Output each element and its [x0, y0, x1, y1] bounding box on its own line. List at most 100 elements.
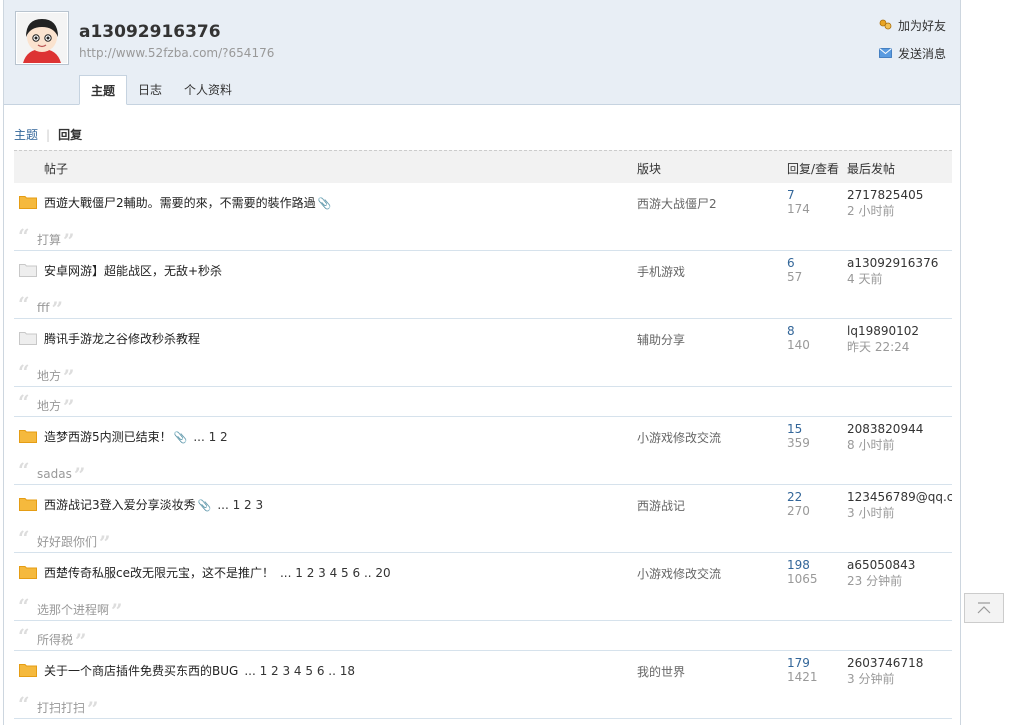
table-row: 腾讯手游龙之谷修改秒杀教程 辅助分享 8 140 lq19890102 昨天 22:24	[14, 319, 952, 357]
thread-title[interactable]: 西楚传奇私服ce改无限元宝，这不是推广！ ... 1 2 3 4 5 6 .. 2…	[44, 564, 391, 581]
quote-close-icon: ”	[63, 229, 75, 253]
forum-link[interactable]: 西游大战僵尸2	[637, 195, 717, 212]
quote-text-value: 选那个进程啊	[37, 603, 110, 617]
thread-title[interactable]: 腾讯手游龙之谷修改秒杀教程	[44, 330, 200, 347]
quote-open-icon: “	[18, 292, 30, 316]
last-post-time[interactable]: 3 小时前	[847, 504, 894, 521]
view-count: 270	[787, 504, 810, 518]
last-post-time[interactable]: 2 小时前	[847, 202, 894, 219]
last-poster[interactable]: 2083820944	[847, 422, 952, 436]
view-count: 1421	[787, 670, 818, 684]
quote-open-icon: “	[18, 458, 30, 482]
thread-title[interactable]: 造梦西游5内测已结束！ 📎 ... 1 2	[44, 428, 228, 445]
quote-text-value: 好好跟你们	[37, 535, 98, 549]
thread-folder-icon	[19, 264, 37, 277]
table-row: 西楚传奇私服ce改无限元宝，这不是推广！ ... 1 2 3 4 5 6 .. 2…	[14, 553, 952, 591]
table-row: 安卓网游】超能战区，无敌+秒杀 手机游戏 6 57 a13092916376 4 天前	[14, 251, 952, 289]
thread-pages[interactable]: ... 1 2 3 4 5 6 .. 20	[280, 566, 391, 580]
last-poster[interactable]: 123456789@qq.com	[847, 490, 952, 504]
send-message-label: 发送消息	[897, 46, 946, 61]
forum-link[interactable]: 我的世界	[637, 663, 685, 680]
avatar[interactable]	[15, 11, 69, 65]
profile-url[interactable]: http://www.52fzba.com/?654176	[79, 46, 274, 60]
table-row: 西游战记3登入爱分享淡妆秀 📎 ... 1 2 3 西游战记 22 270 12345678…	[14, 485, 952, 523]
subnav-topics-link[interactable]: 主题	[14, 128, 38, 142]
last-post-time[interactable]: 昨天 22:24	[847, 338, 909, 355]
quote-close-icon: ”	[63, 395, 75, 419]
tab-profile-info[interactable]: 个人资料	[173, 75, 243, 105]
reply-count[interactable]: 22	[787, 490, 802, 504]
thread-title[interactable]: 关于一个商店插件免费买东西的BUG ... 1 2 3 4 5 6 .. 18	[44, 662, 355, 679]
header-last-post: 最后发帖	[847, 162, 896, 176]
back-to-top-button[interactable]	[964, 593, 1004, 623]
reply-quote: “ sadas”	[14, 455, 952, 487]
quote-open-icon: “	[18, 624, 30, 648]
thread-pages[interactable]: ... 1 2 3	[217, 498, 263, 512]
send-message-button[interactable]: 发送消息	[879, 44, 946, 62]
header-title: 帖子	[44, 162, 69, 176]
profile-tabs: 主题 日志 个人资料	[79, 75, 243, 105]
quote-open-icon: “	[18, 390, 30, 414]
thread-pages[interactable]: ... 1 2 3 4 5 6 .. 18	[244, 664, 355, 678]
thread-folder-icon	[19, 430, 37, 443]
quote-text: 打扫打扫”	[37, 697, 99, 721]
tab-topics[interactable]: 主题	[79, 75, 128, 105]
reply-count[interactable]: 15	[787, 422, 802, 436]
tab-blog[interactable]: 日志	[127, 75, 173, 105]
view-count: 359	[787, 436, 810, 450]
last-post-time[interactable]: 8 小时前	[847, 436, 894, 453]
reply-quote: “ 地方”	[14, 387, 952, 419]
quote-open-icon: “	[18, 360, 30, 384]
view-count: 140	[787, 338, 810, 352]
forum-link[interactable]: 小游戏修改交流	[637, 565, 721, 582]
header-stats: 回复/查看	[787, 162, 840, 176]
thread-title-text: 关于一个商店插件免费买东西的BUG	[44, 664, 239, 678]
last-poster[interactable]: a13092916376	[847, 256, 952, 270]
reply-count[interactable]: 7	[787, 188, 795, 202]
subnav: 主题 | 回复	[14, 126, 82, 143]
thread-title-text: 西遊大戰僵尸2輔助。需要的來，不需要的裝作路過	[44, 196, 316, 210]
last-poster[interactable]: a65050843	[847, 558, 952, 572]
last-poster[interactable]: 2717825405	[847, 188, 952, 202]
last-poster[interactable]: 2603746718	[847, 656, 952, 670]
thread-title[interactable]: 西游战记3登入爱分享淡妆秀 📎 ... 1 2 3	[44, 496, 263, 513]
reply-quote: “ 选那个进程啊”	[14, 591, 952, 623]
quote-text: 选那个进程啊”	[37, 599, 123, 623]
add-friend-label: 加为好友	[897, 18, 946, 33]
forum-link[interactable]: 辅助分享	[637, 331, 685, 348]
reply-count[interactable]: 179	[787, 656, 810, 670]
quote-close-icon: ”	[63, 365, 75, 389]
last-poster[interactable]: lq19890102	[847, 324, 952, 338]
quote-close-icon: ”	[51, 297, 64, 321]
quote-text-value: fff	[37, 301, 50, 315]
reply-count[interactable]: 8	[787, 324, 795, 338]
last-post-time[interactable]: 23 分钟前	[847, 572, 902, 589]
thread-title[interactable]: 西遊大戰僵尸2輔助。需要的來，不需要的裝作路過 📎	[44, 194, 331, 211]
quote-open-icon: “	[18, 526, 30, 550]
quote-close-icon: ”	[73, 463, 86, 487]
forum-link[interactable]: 手机游戏	[637, 263, 685, 280]
reply-count[interactable]: 198	[787, 558, 810, 572]
table-row: 【游戏更新补丁】推荐游戏版本使用说明游戏下载74装逼卖萌前期	[14, 719, 952, 725]
quote-text: 所得税”	[37, 629, 87, 653]
quote-text-value: 地方	[37, 399, 62, 413]
quote-close-icon: ”	[75, 629, 87, 653]
thread-pages[interactable]: ... 1 2	[193, 430, 227, 444]
last-post-time[interactable]: 4 天前	[847, 270, 882, 287]
quote-text-value: 所得税	[37, 633, 74, 647]
add-friend-button[interactable]: 加为好友	[879, 16, 946, 34]
quote-close-icon: ”	[111, 599, 123, 623]
quote-text-value: sadas	[37, 467, 72, 481]
thread-title-text: 西楚传奇私服ce改无限元宝，这不是推广！	[44, 566, 274, 580]
forum-link[interactable]: 西游战记	[637, 497, 685, 514]
reply-count[interactable]: 6	[787, 256, 795, 270]
view-count: 1065	[787, 572, 818, 586]
attachment-icon: 📎	[197, 499, 212, 512]
quote-text-value: 打算	[37, 233, 62, 247]
thread-title-text: 腾讯手游龙之谷修改秒杀教程	[44, 332, 201, 346]
header-forum: 版块	[637, 162, 662, 176]
last-post-time[interactable]: 3 分钟前	[847, 670, 894, 687]
forum-link[interactable]: 小游戏修改交流	[637, 429, 721, 446]
quote-text: 打算”	[37, 229, 75, 253]
thread-title[interactable]: 安卓网游】超能战区，无敌+秒杀	[44, 262, 222, 279]
